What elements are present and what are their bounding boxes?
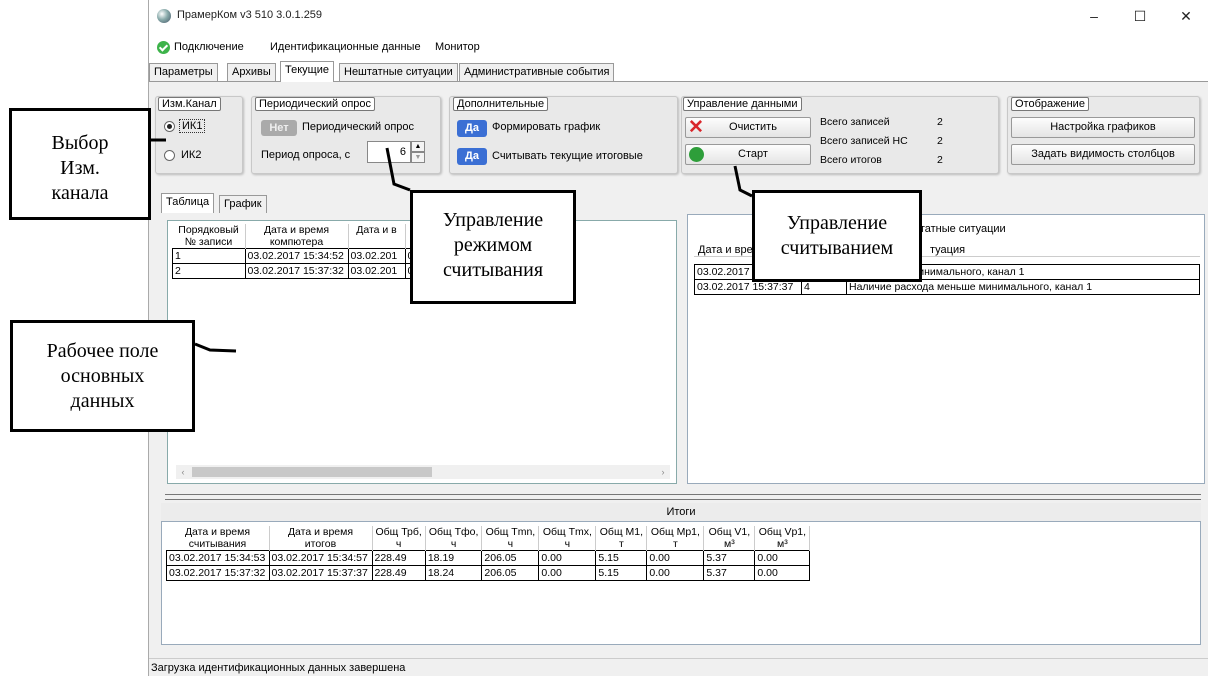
leader-mode xyxy=(385,147,411,192)
callout-lines xyxy=(151,138,753,353)
leader-reading xyxy=(733,165,753,198)
leader-workspace xyxy=(194,342,237,353)
